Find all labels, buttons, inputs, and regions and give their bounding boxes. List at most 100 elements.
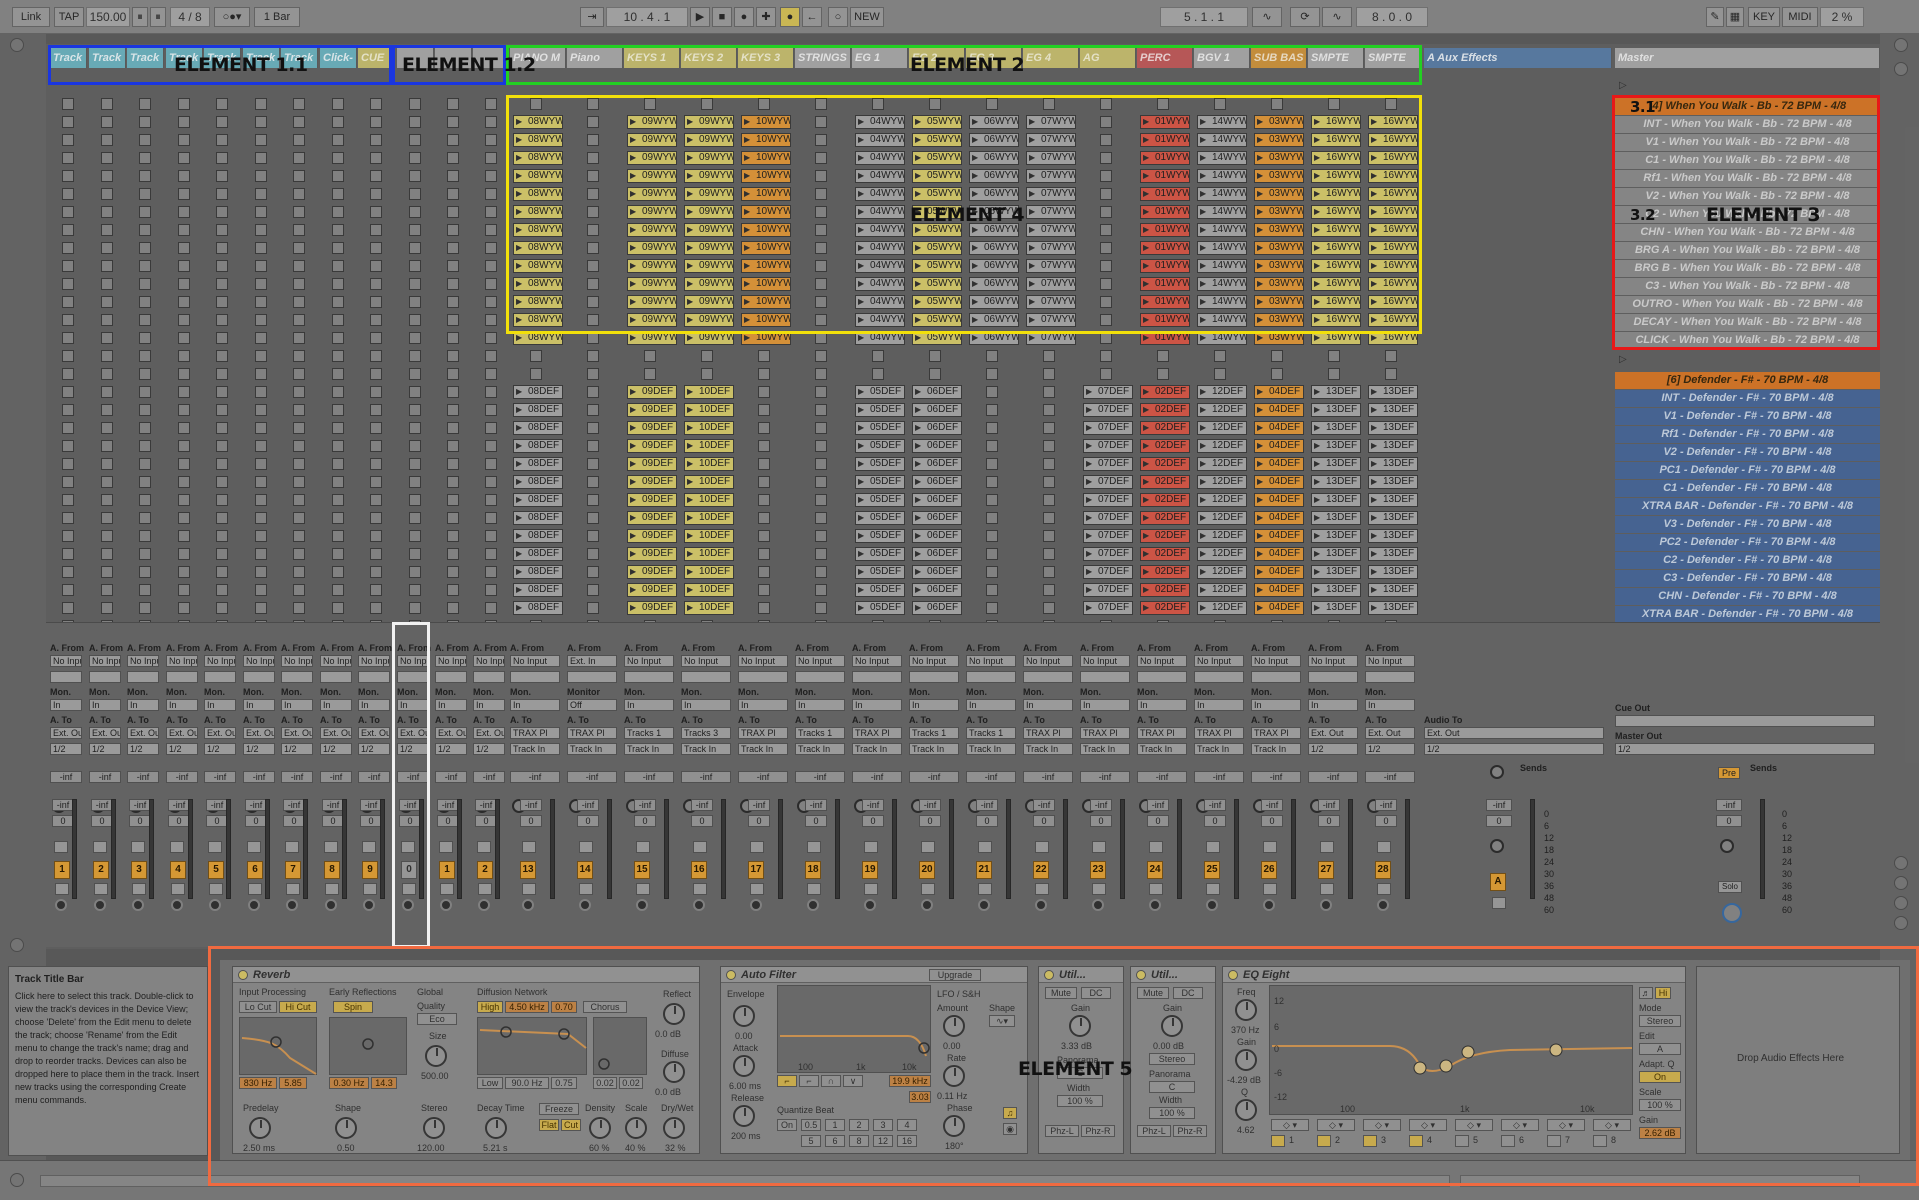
eq-band-filter-type-select[interactable]: ◇ ▾ bbox=[1593, 1119, 1631, 1131]
clip-slot-stop-button[interactable] bbox=[255, 512, 267, 524]
clip[interactable]: 16WYW bbox=[1311, 169, 1361, 183]
output-channel-select[interactable]: 1/2 bbox=[397, 743, 429, 755]
io-toggle-icon[interactable] bbox=[1894, 876, 1908, 890]
clip[interactable]: 13DEF bbox=[1368, 403, 1418, 417]
clip-slot-stop-button[interactable] bbox=[587, 386, 599, 398]
eq-freq-knob[interactable] bbox=[1235, 999, 1257, 1021]
clip-slot-stop-button[interactable] bbox=[178, 386, 190, 398]
clip-slot-stop-button[interactable] bbox=[815, 314, 827, 326]
clip[interactable]: 02DEF bbox=[1140, 565, 1190, 579]
clip-slot-stop-button[interactable] bbox=[587, 98, 599, 110]
clip[interactable]: 09WYW bbox=[627, 313, 677, 327]
quantize-on-toggle[interactable]: On bbox=[777, 1119, 797, 1131]
clip-slot-stop-button[interactable] bbox=[370, 350, 382, 362]
clip-slot-stop-button[interactable] bbox=[139, 440, 151, 452]
clip-slot-stop-button[interactable] bbox=[447, 386, 459, 398]
volume-value[interactable]: -inf bbox=[1375, 799, 1397, 811]
scene-row[interactable]: PC1 - Defender - F# - 70 BPM - 4/8 bbox=[1615, 462, 1880, 479]
volume-value[interactable]: -inf bbox=[862, 799, 884, 811]
clip-slot-stop-button[interactable] bbox=[293, 512, 305, 524]
phase-right-toggle[interactable]: Phz-R bbox=[1081, 1125, 1115, 1137]
release-knob[interactable] bbox=[733, 1105, 755, 1127]
clip-slot-stop-button[interactable] bbox=[485, 350, 497, 362]
aux-solo-button[interactable] bbox=[1492, 897, 1506, 909]
clip-slot-stop-button[interactable] bbox=[139, 386, 151, 398]
clip[interactable]: 05DEF bbox=[855, 421, 905, 435]
clip[interactable]: 06DEF bbox=[912, 601, 962, 615]
clip-slot-stop-button[interactable] bbox=[62, 404, 74, 416]
clip[interactable]: 12DEF bbox=[1197, 529, 1247, 543]
scene-row[interactable]: V2 - When You Walk - Bb - 72 BPM - 4/8 bbox=[1615, 188, 1880, 205]
clip-slot-stop-button[interactable] bbox=[447, 332, 459, 344]
scene-launch-icon[interactable]: ▷ bbox=[1619, 80, 1633, 94]
clip-slot-stop-button[interactable] bbox=[758, 602, 770, 614]
track-activator-button[interactable]: 0 bbox=[401, 861, 417, 879]
eq-band-filter-type-select[interactable]: ◇ ▾ bbox=[1455, 1119, 1493, 1131]
send-a-value[interactable]: -inf bbox=[567, 771, 617, 783]
clip-slot-stop-button[interactable] bbox=[255, 350, 267, 362]
clip-slot-stop-button[interactable] bbox=[485, 278, 497, 290]
clip[interactable]: 03WYW bbox=[1254, 115, 1304, 129]
clip-slot-stop-button[interactable] bbox=[929, 368, 941, 380]
output-channel-select[interactable]: Track In bbox=[966, 743, 1016, 755]
master-pan-value[interactable]: 0 bbox=[1716, 815, 1742, 827]
clip-slot-stop-button[interactable] bbox=[178, 476, 190, 488]
clip-slot-stop-button[interactable] bbox=[293, 404, 305, 416]
clip[interactable]: 05DEF bbox=[855, 529, 905, 543]
volume-value[interactable]: -inf bbox=[1090, 799, 1112, 811]
pan-value[interactable]: 0 bbox=[976, 815, 998, 827]
output-channel-select[interactable]: Track In bbox=[909, 743, 959, 755]
output-channel-select[interactable]: Track In bbox=[1194, 743, 1244, 755]
clip-slot-stop-button[interactable] bbox=[1271, 98, 1283, 110]
clip[interactable]: 09WYW bbox=[684, 277, 734, 291]
scene-row[interactable]: C3 - Defender - F# - 70 BPM - 4/8 bbox=[1615, 570, 1880, 587]
scene-row[interactable]: [6] Defender - F# - 70 BPM - 4/8 bbox=[1615, 372, 1880, 389]
low-toggle[interactable]: Low bbox=[477, 1077, 503, 1089]
send-a-value[interactable]: -inf bbox=[204, 771, 236, 783]
clip[interactable]: 09WYW bbox=[627, 241, 677, 255]
scene-row[interactable]: CHN - Defender - F# - 70 BPM - 4/8 bbox=[1615, 588, 1880, 605]
clip[interactable]: 08DEF bbox=[513, 511, 563, 525]
solo-button[interactable] bbox=[522, 883, 536, 895]
crossfade-assign-button[interactable] bbox=[636, 841, 650, 853]
clip-slot-stop-button[interactable] bbox=[485, 476, 497, 488]
pan-value[interactable]: 0 bbox=[1033, 815, 1055, 827]
clip-slot-stop-button[interactable] bbox=[139, 116, 151, 128]
cue-out-select[interactable] bbox=[1615, 715, 1875, 727]
scene-row[interactable]: CHN - When You Walk - Bb - 72 BPM - 4/8 bbox=[1615, 224, 1880, 241]
utility-2-title-bar[interactable]: Util... bbox=[1131, 967, 1215, 983]
clip-slot-stop-button[interactable] bbox=[815, 512, 827, 524]
clip-slot-stop-button[interactable] bbox=[62, 548, 74, 560]
clip-slot-stop-button[interactable] bbox=[447, 566, 459, 578]
monitor-select[interactable]: In bbox=[1137, 699, 1187, 711]
upgrade-button[interactable]: Upgrade bbox=[929, 969, 981, 981]
clip-slot-stop-button[interactable] bbox=[62, 116, 74, 128]
send-a-value[interactable]: -inf bbox=[243, 771, 275, 783]
clip-slot-stop-button[interactable] bbox=[139, 350, 151, 362]
clip-slot-stop-button[interactable] bbox=[587, 134, 599, 146]
clip[interactable]: 07DEF bbox=[1083, 385, 1133, 399]
arm-record-button[interactable] bbox=[94, 899, 106, 911]
arm-record-button[interactable] bbox=[171, 899, 183, 911]
arm-record-button[interactable] bbox=[693, 899, 705, 911]
track-activator-button[interactable]: 24 bbox=[1147, 861, 1163, 879]
clip-slot-stop-button[interactable] bbox=[644, 350, 656, 362]
clip-slot-stop-button[interactable] bbox=[139, 242, 151, 254]
clip-slot-stop-button[interactable] bbox=[178, 224, 190, 236]
audio-from-select[interactable]: No Input bbox=[681, 655, 731, 667]
clip-slot-stop-button[interactable] bbox=[62, 458, 74, 470]
volume-value[interactable]: -inf bbox=[805, 799, 827, 811]
send-a-value[interactable]: -inf bbox=[50, 771, 82, 783]
clip[interactable]: 10DEF bbox=[684, 547, 734, 561]
arm-record-button[interactable] bbox=[1206, 899, 1218, 911]
clip-slot-stop-button[interactable] bbox=[530, 98, 542, 110]
clip-slot-stop-button[interactable] bbox=[216, 188, 228, 200]
clip[interactable]: 05DEF bbox=[855, 601, 905, 615]
clip-slot-stop-button[interactable] bbox=[216, 170, 228, 182]
clip-slot-stop-button[interactable] bbox=[530, 350, 542, 362]
low-value-field[interactable]: 0.75 bbox=[551, 1077, 577, 1089]
eq-headphone-icon[interactable]: ♬ bbox=[1639, 987, 1653, 999]
clip-slot-stop-button[interactable] bbox=[370, 332, 382, 344]
clip[interactable]: 09WYW bbox=[684, 259, 734, 273]
clip[interactable]: 03WYW bbox=[1254, 241, 1304, 255]
